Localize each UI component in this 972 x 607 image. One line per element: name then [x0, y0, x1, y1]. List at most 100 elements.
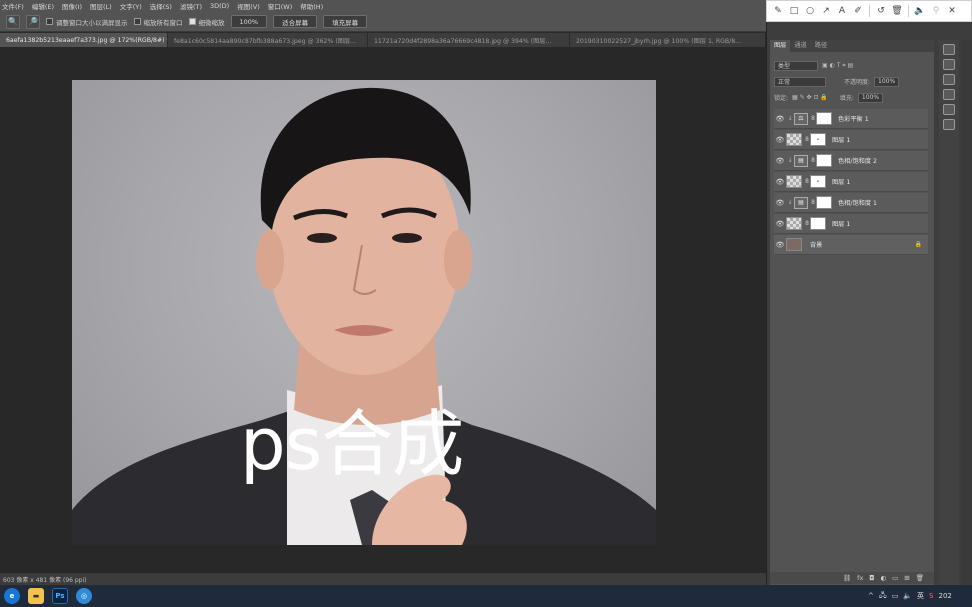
hue-saturation-icon: ▤ — [794, 196, 808, 209]
fit-screen-button[interactable]: 适合屏幕 — [273, 15, 318, 28]
new-layer-icon[interactable]: ⊞ — [904, 574, 909, 582]
speaker-icon[interactable]: 🔈 — [903, 592, 912, 600]
volume-icon[interactable]: 🔈 — [914, 6, 925, 16]
lock-icons[interactable]: ▦ ✎ ✥ ⊡ 🔒 — [792, 94, 828, 101]
new-group-icon[interactable]: ▭ — [892, 574, 898, 582]
visibility-eye-icon[interactable]: 👁 — [774, 199, 786, 207]
adjustments-panel-icon[interactable] — [943, 59, 955, 70]
doc-tab-2[interactable]: fe8a1c60c5814aa890c87bfb388a673.jpeg @ 3… — [168, 33, 368, 47]
menu-type[interactable]: 文字(Y) — [120, 1, 142, 11]
delete-icon[interactable]: 🗑 — [891, 6, 902, 16]
menu-filter[interactable]: 滤镜(T) — [180, 1, 202, 11]
menu-select[interactable]: 选择(S) — [150, 1, 172, 11]
layer-row[interactable]: 👁 8 图层 1 — [774, 214, 928, 234]
menu-edit[interactable]: 编辑(E) — [32, 1, 54, 11]
text-icon[interactable]: A — [837, 6, 847, 16]
arrow-icon[interactable]: ↗ — [821, 6, 831, 16]
menu-3d[interactable]: 3D(D) — [210, 2, 229, 10]
hue-saturation-icon: ▤ — [794, 154, 808, 167]
pin-icon[interactable]: ⚲ — [931, 6, 941, 16]
input-method-icon[interactable]: 英 — [917, 591, 924, 601]
menu-window[interactable]: 窗口(W) — [268, 1, 293, 11]
file-explorer-icon[interactable]: ▬ — [28, 588, 44, 604]
fx-icon[interactable]: fx — [857, 574, 863, 582]
close-icon[interactable]: ✕ — [947, 6, 957, 16]
fill-input[interactable]: 100% — [857, 92, 884, 103]
color-panel-icon[interactable] — [943, 44, 955, 55]
tab-channels[interactable]: 通道 — [790, 40, 810, 52]
menu-help[interactable]: 帮助(H) — [300, 1, 323, 11]
visibility-eye-icon[interactable]: 👁 — [774, 241, 786, 249]
layer-mask-thumbnail[interactable]: • — [810, 133, 826, 146]
options-bar: 🔍 🔎 调整窗口大小以满屏显示 缩放所有窗口 细微缩放 100% 适合屏幕 填充… — [0, 12, 766, 32]
visibility-eye-icon[interactable]: 👁 — [774, 157, 786, 165]
layer-row[interactable]: 👁 ↓ ▤ 8 色相/饱和度 2 — [774, 151, 928, 171]
menu-view[interactable]: 视图(V) — [237, 1, 260, 11]
checkbox-icon — [46, 18, 53, 25]
visibility-eye-icon[interactable]: 👁 — [774, 136, 786, 144]
clock[interactable]: 202 — [938, 592, 951, 600]
layer-row[interactable]: 👁 8 • 图层 1 — [774, 130, 928, 150]
layer-name: 图层 1 — [832, 137, 851, 144]
visibility-eye-icon[interactable]: 👁 — [774, 178, 786, 186]
color-balance-icon: ⚖ — [794, 112, 808, 125]
rectangle-icon[interactable]: □ — [789, 6, 799, 16]
photoshop-icon[interactable]: Ps — [52, 588, 68, 604]
layer-name: 图层 1 — [832, 221, 851, 228]
browser-icon[interactable]: ◎ — [76, 588, 92, 604]
zoom-out-icon[interactable]: 🔎 — [26, 14, 40, 29]
layers-panel: 图层 通道 路径 类型 ▣ ◐ T ⌗ ▤ 正常 不透明度: 100% 锁定: … — [770, 40, 934, 585]
edge-icon[interactable]: e — [4, 588, 20, 604]
opacity-label: 不透明度: — [844, 79, 871, 86]
menu-layer[interactable]: 图层(L) — [90, 1, 112, 11]
tray-chevron-icon[interactable]: ^ — [868, 592, 874, 600]
layer-row[interactable]: 👁 8 • 图层 1 — [774, 172, 928, 192]
doc-tab-4[interactable]: 20190310022527_jbyrh.jpg @ 100% (图层 1, R… — [570, 33, 766, 47]
scrubby-zoom-label: 细微缩放 — [198, 18, 225, 27]
add-mask-icon[interactable]: ◘ — [869, 574, 874, 582]
layer-mask-thumbnail[interactable] — [810, 217, 826, 230]
display-icon[interactable]: ▭ — [892, 592, 899, 600]
trash-icon[interactable]: 🗑 — [916, 574, 924, 582]
circle-icon[interactable]: ○ — [805, 6, 815, 16]
layer-filter-select[interactable]: 类型 — [774, 60, 818, 71]
marker-icon[interactable]: ✐ — [853, 6, 863, 16]
zoom-all-checkbox[interactable]: 缩放所有窗口 — [133, 17, 183, 27]
zoom-100-button[interactable]: 100% — [230, 15, 268, 28]
history-panel-icon[interactable] — [943, 119, 955, 130]
pen-icon[interactable]: ✎ — [773, 6, 783, 16]
adjustment-layer-icon[interactable]: ◐ — [880, 574, 886, 582]
visibility-eye-icon[interactable]: 👁 — [774, 115, 786, 123]
properties-panel-icon[interactable] — [943, 104, 955, 115]
opacity-input[interactable]: 100% — [874, 76, 900, 87]
resize-window-checkbox[interactable]: 调整窗口大小以满屏显示 — [46, 17, 128, 27]
libraries-panel-icon[interactable] — [943, 89, 955, 100]
app-tray-icon[interactable]: S — [929, 592, 933, 600]
zoom-in-icon[interactable]: 🔍 — [6, 14, 20, 29]
undo-icon[interactable]: ↺ — [876, 6, 886, 16]
scrubby-zoom-checkbox[interactable]: 细微缩放 — [188, 17, 225, 27]
styles-panel-icon[interactable] — [943, 74, 955, 85]
doc-tab-3[interactable]: 11721a720d4f2898a36a76669c4818.jpg @ 394… — [368, 33, 570, 47]
layer-row[interactable]: 👁 ↓ ⚖ 8 色彩平衡 1 — [774, 109, 928, 129]
background-thumbnail — [786, 238, 802, 251]
layer-row[interactable]: 👁 ↓ ▤ 8 色相/饱和度 1 — [774, 193, 928, 213]
document-tab-bar: 6aefa1382b5213eaaef7a373.jpg @ 172%(RGB/… — [0, 33, 766, 47]
layer-row-background[interactable]: 👁 背景 🔒 — [774, 235, 928, 255]
tab-paths[interactable]: 路径 — [811, 40, 831, 52]
link-layers-icon[interactable]: ⛓ — [843, 574, 851, 582]
menu-image[interactable]: 图像(I) — [62, 1, 82, 11]
tab-layers[interactable]: 图层 — [770, 40, 791, 52]
blend-mode-select[interactable]: 正常 — [774, 76, 826, 87]
fill-screen-button[interactable]: 填充屏幕 — [323, 15, 368, 28]
layer-mask-thumbnail[interactable] — [816, 196, 832, 209]
network-icon[interactable]: 🖧 — [879, 591, 887, 602]
menu-file[interactable]: 文件(F) — [2, 1, 24, 11]
layer-mask-thumbnail[interactable] — [816, 112, 832, 125]
layer-mask-thumbnail[interactable] — [816, 154, 832, 167]
visibility-eye-icon[interactable]: 👁 — [774, 220, 786, 228]
system-tray: ^ 🖧 ▭ 🔈 英 S 202 — [868, 588, 952, 604]
doc-tab-1[interactable]: 6aefa1382b5213eaaef7a373.jpg @ 172%(RGB/… — [0, 33, 168, 47]
layer-name: 图层 1 — [832, 179, 851, 186]
layer-mask-thumbnail[interactable]: • — [810, 175, 826, 188]
